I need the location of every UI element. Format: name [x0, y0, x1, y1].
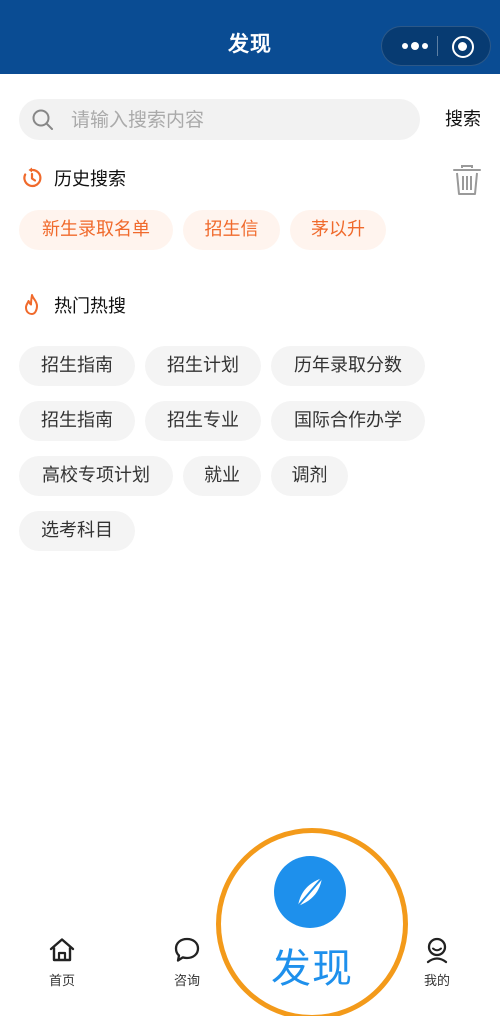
- close-miniprogram-button[interactable]: [452, 36, 474, 58]
- miniprogram-capsule: [381, 26, 491, 66]
- hot-tag[interactable]: 招生指南: [19, 346, 135, 386]
- flame-icon: [25, 294, 38, 315]
- history-tag[interactable]: 招生信: [183, 210, 280, 250]
- hot-tag[interactable]: 高校专项计划: [19, 456, 173, 496]
- hot-tag[interactable]: 招生指南: [19, 401, 135, 441]
- tab-consult[interactable]: 咨询: [157, 936, 217, 996]
- nav-bar: 发现: [0, 0, 500, 74]
- trash-icon[interactable]: [452, 164, 482, 196]
- hot-title: 热门热搜: [54, 296, 126, 317]
- history-title: 历史搜索: [54, 169, 126, 190]
- more-dot-icon: [422, 43, 428, 49]
- hot-tag[interactable]: 招生计划: [145, 346, 261, 386]
- hot-tag[interactable]: 选考科目: [19, 511, 135, 551]
- compass-icon: [297, 877, 323, 907]
- history-tag[interactable]: 茅以升: [290, 210, 386, 250]
- more-dot-icon: [411, 42, 419, 50]
- history-icon: [23, 167, 42, 188]
- hot-tag[interactable]: 招生专业: [145, 401, 261, 441]
- history-section-title: 历史搜索: [20, 164, 126, 192]
- more-dot-icon: [402, 43, 408, 49]
- tab-label: 我的: [423, 974, 450, 989]
- hot-tag[interactable]: 历年录取分数: [271, 346, 425, 386]
- tab-home[interactable]: 首页: [32, 936, 92, 996]
- user-icon: [426, 937, 448, 964]
- tab-discover[interactable]: [274, 856, 346, 928]
- tab-label: 首页: [48, 974, 75, 989]
- more-options-button[interactable]: [392, 27, 438, 65]
- tab-label-discover[interactable]: 发现: [268, 944, 356, 994]
- history-tag[interactable]: 新生录取名单: [19, 210, 173, 250]
- capsule-divider: [437, 36, 438, 56]
- search-bar[interactable]: [19, 99, 420, 140]
- search-icon: [32, 109, 53, 130]
- tab-mine[interactable]: 我的: [407, 936, 467, 996]
- home-icon: [49, 938, 75, 962]
- search-button[interactable]: 搜索: [440, 105, 486, 135]
- hot-tag[interactable]: 调剂: [271, 456, 348, 496]
- search-input[interactable]: [71, 99, 401, 140]
- tab-label: 咨询: [173, 974, 200, 989]
- chat-icon: [174, 937, 200, 962]
- hot-tag[interactable]: 国际合作办学: [271, 401, 425, 441]
- hot-tag[interactable]: 就业: [183, 456, 261, 496]
- hot-section-title: 热门热搜: [20, 291, 126, 319]
